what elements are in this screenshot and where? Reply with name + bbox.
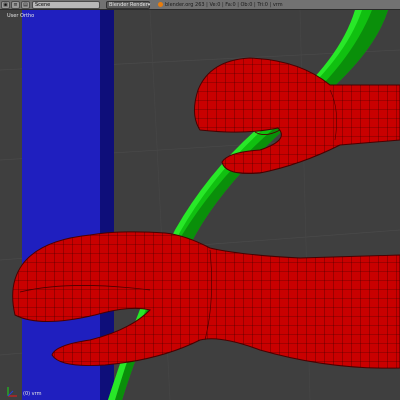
axis-gizmo-icon [7, 387, 17, 397]
menu-toggle-button[interactable]: ≡ [11, 0, 20, 9]
render-engine-dropdown[interactable]: Blender Render ▾ [106, 0, 151, 9]
view-name-label: User Ortho [7, 13, 35, 19]
3d-viewport[interactable]: User Ortho (0) vrm [0, 10, 400, 400]
menu-icon: ≡ [13, 1, 18, 8]
screen-layout-icon: ▤ [23, 1, 28, 8]
scene-field-value: Scene [35, 1, 51, 8]
blender-window: ▣ ≡ ▤ Scene Blender Render ▾ blender.org… [0, 0, 400, 400]
scene-field[interactable]: Scene [32, 0, 100, 9]
view3d-icon: ▣ [3, 1, 8, 8]
stats-text: blender.org 263 | Ve:0 | Fa:0 | Ob:0 | T… [165, 1, 283, 8]
blender-logo-icon [158, 2, 163, 7]
screen-layout-button[interactable]: ▤ [21, 0, 30, 9]
chevron-down-icon: ▾ [147, 1, 151, 8]
render-engine-label: Blender Render [109, 1, 148, 8]
lower-hand[interactable] [12, 231, 400, 369]
upper-hand[interactable] [194, 57, 400, 174]
active-object-label: (0) vrm [23, 391, 42, 397]
editor-type-button[interactable]: ▣ [1, 0, 10, 9]
stats-readout: blender.org 263 | Ve:0 | Fa:0 | Ob:0 | T… [158, 2, 283, 8]
viewport-scene [0, 10, 400, 400]
info-header: ▣ ≡ ▤ Scene Blender Render ▾ blender.org… [0, 0, 400, 10]
